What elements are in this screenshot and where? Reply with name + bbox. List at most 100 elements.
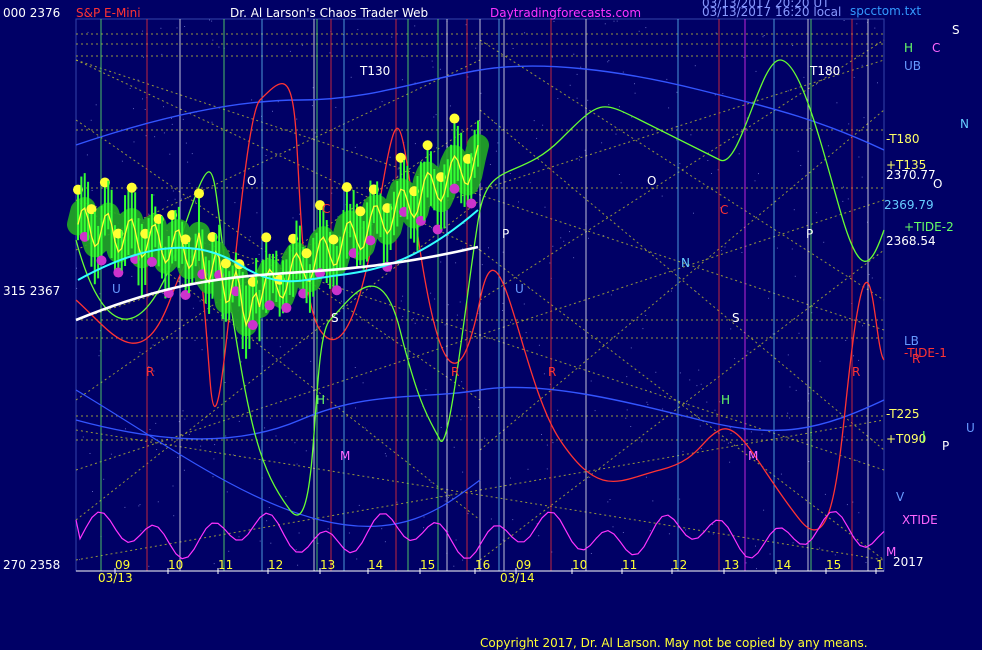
star-dot [171, 123, 173, 125]
star-dot [557, 409, 559, 411]
star-dot [843, 186, 844, 188]
star-dot [747, 350, 749, 352]
star-dot [177, 456, 179, 458]
chart-letter: R [548, 365, 556, 379]
star-dot [447, 304, 449, 306]
star-dot [467, 76, 469, 78]
star-dot [836, 102, 838, 104]
star-dot [124, 506, 126, 508]
star-dot [183, 469, 185, 471]
right-label: R [912, 352, 920, 366]
star-dot [297, 564, 299, 566]
star-dot [444, 324, 446, 326]
star-dot [327, 528, 329, 530]
star-dot [152, 344, 154, 346]
star-dot [211, 121, 213, 123]
star-dot [579, 155, 581, 157]
right-label: H [904, 41, 913, 55]
star-dot [213, 458, 215, 460]
star-dot [265, 155, 267, 156]
star-dot [355, 407, 356, 409]
star-dot [613, 20, 615, 22]
right-label: P [942, 439, 949, 453]
star-dot [376, 160, 378, 162]
star-dot [461, 381, 463, 383]
star-dot [296, 463, 298, 465]
high-dot [261, 232, 272, 243]
star-dot [707, 160, 709, 161]
star-dot [620, 182, 622, 184]
star-dot [792, 542, 794, 544]
x-tick-label: 11 [218, 558, 233, 572]
star-dot [717, 169, 719, 171]
star-dot [430, 292, 432, 294]
star-dot [538, 344, 540, 346]
star-dot [682, 450, 684, 452]
star-dot [625, 417, 627, 419]
star-dot [808, 393, 810, 395]
x-tick-label: 11 [622, 558, 637, 572]
star-dot [133, 141, 135, 143]
x-tick-label: 09 [516, 558, 531, 572]
low-dot [331, 285, 342, 296]
star-dot [668, 533, 670, 535]
star-dot [780, 473, 782, 475]
star-dot [182, 118, 184, 120]
star-dot [755, 70, 757, 72]
star-dot [824, 493, 826, 495]
x-tick-label: 15 [420, 558, 435, 572]
star-dot [462, 247, 464, 249]
star-dot [630, 347, 632, 349]
high-dot [449, 113, 460, 124]
star-dot [462, 471, 464, 473]
star-dot [251, 99, 253, 101]
star-dot [389, 156, 391, 158]
star-dot [161, 53, 163, 55]
star-dot [858, 359, 860, 361]
low-dot [96, 255, 107, 266]
star-dot [414, 143, 416, 145]
chart-letter: R [852, 365, 860, 379]
star-dot [685, 403, 687, 405]
star-dot [730, 433, 732, 435]
star-dot [509, 173, 511, 174]
right-label: -T225 [886, 407, 919, 421]
star-dot [546, 444, 548, 446]
star-dot [182, 410, 184, 412]
star-dot [666, 78, 668, 80]
right-label: +T090 [886, 432, 926, 446]
star-dot [187, 161, 189, 163]
chaos-trader-chart: T130 T180 O O C C P P N U U S S R R R R H H M M 000 2376 S&P… [0, 0, 982, 650]
star-dot [488, 247, 489, 249]
star-dot [396, 501, 398, 503]
star-dot [578, 159, 580, 161]
star-dot [269, 417, 271, 419]
star-dot [480, 92, 482, 94]
right-label: C [932, 41, 940, 55]
star-dot [414, 322, 416, 324]
star-dot [317, 542, 319, 544]
star-dot [139, 504, 141, 506]
star-dot [225, 435, 227, 437]
star-dot [289, 50, 291, 52]
chart-letter: R [451, 365, 459, 379]
star-dot [615, 133, 617, 135]
star-dot [842, 200, 844, 202]
star-dot [201, 349, 203, 351]
star-dot [518, 201, 519, 203]
star-dot [356, 558, 358, 560]
star-dot [853, 355, 854, 357]
star-dot [528, 288, 530, 289]
star-dot [711, 173, 712, 174]
star-dot [188, 434, 190, 435]
star-dot [576, 73, 578, 75]
star-dot [724, 246, 726, 248]
star-dot [172, 190, 174, 192]
star-dot [157, 501, 159, 503]
star-dot [847, 198, 849, 200]
star-dot [645, 476, 647, 478]
right-label: -T180 [886, 132, 919, 146]
star-dot [794, 275, 796, 277]
star-dot [425, 389, 427, 391]
star-dot [400, 300, 402, 302]
